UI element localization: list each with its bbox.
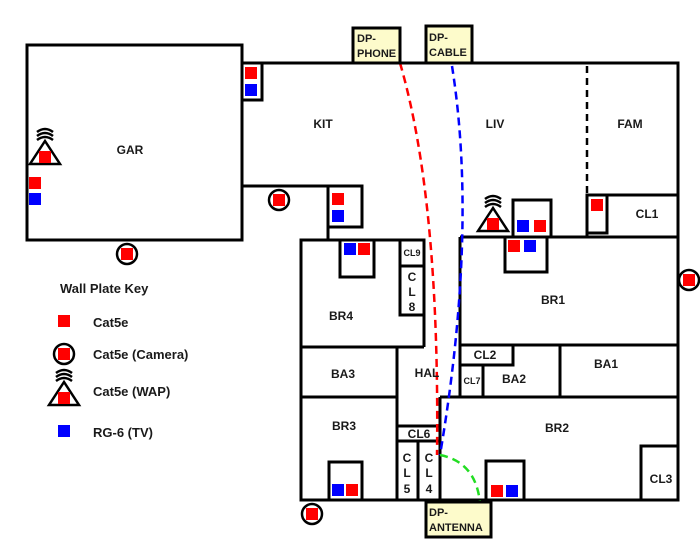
room-br2: BR2 <box>545 421 569 435</box>
wall-plate-key: Wall Plate Key Cat5e Cat5e (Camera) Cat5… <box>47 281 188 440</box>
wap-icon <box>47 368 81 407</box>
room-cl5-5: 5 <box>404 482 411 496</box>
room-br3: BR3 <box>332 419 356 433</box>
rg6-icon <box>332 210 344 222</box>
cat5e-icon <box>245 67 257 79</box>
room-ba3: BA3 <box>331 367 355 381</box>
rg6-icon <box>344 243 356 255</box>
room-cl4-4: 4 <box>426 482 433 496</box>
room-liv: LIV <box>486 117 505 131</box>
room-hal: HAL <box>415 366 440 380</box>
dp-cable: DP- CABLE <box>424 24 474 65</box>
wap-icon <box>28 127 62 166</box>
room-ba2: BA2 <box>502 372 526 386</box>
rg6-icon <box>332 484 344 496</box>
svg-text:ANTENNA: ANTENNA <box>429 522 483 534</box>
room-br4: BR4 <box>329 309 353 323</box>
room-cl5-l: L <box>403 466 410 480</box>
svg-text:DP-: DP- <box>357 33 376 45</box>
room-cl8-c: C <box>408 270 417 284</box>
cat5e-icon <box>534 220 546 232</box>
key-item-cat5e: Cat5e <box>93 315 128 330</box>
phone-run <box>398 62 439 456</box>
wap-icon <box>476 194 510 233</box>
key-title: Wall Plate Key <box>60 281 149 296</box>
key-item-wap: Cat5e (WAP) <box>93 384 170 399</box>
antenna-run <box>439 453 482 504</box>
room-fam: FAM <box>617 117 642 131</box>
camera-icon <box>267 188 291 212</box>
dp-phone: DP- PHONE <box>351 26 402 65</box>
room-cl1: CL1 <box>636 207 659 221</box>
camera-icon <box>677 268 700 292</box>
cat5e-icon <box>491 485 503 497</box>
room-cl4-l: L <box>425 466 432 480</box>
camera-icon <box>115 242 139 266</box>
room-cl7: CL7 <box>463 376 480 386</box>
room-cl6: CL6 <box>408 427 431 441</box>
rg6-icon <box>524 240 536 252</box>
key-item-camera: Cat5e (Camera) <box>93 347 188 362</box>
cat5e-icon <box>346 484 358 496</box>
cat5e-icon <box>58 315 70 327</box>
room-gar: GAR <box>117 143 144 157</box>
cat5e-icon <box>29 177 41 189</box>
rg6-icon <box>506 485 518 497</box>
room-cl9: CL9 <box>403 248 420 258</box>
room-cl4-c: C <box>425 451 434 465</box>
svg-text:CABLE: CABLE <box>429 47 467 59</box>
room-cl2: CL2 <box>474 348 497 362</box>
room-cl3: CL3 <box>650 472 673 486</box>
svg-text:DP-: DP- <box>429 32 448 44</box>
key-item-rg6: RG-6 (TV) <box>93 425 153 440</box>
cat5e-icon <box>591 199 603 211</box>
room-cl8-l: L <box>408 285 415 299</box>
floor-plan-svg: GAR KIT LIV FAM CL1 BR1 BR4 CL9 C L 8 BA… <box>25 24 700 539</box>
camera-icon <box>300 502 324 526</box>
room-kit: KIT <box>313 117 333 131</box>
floor-plan: GAR KIT LIV FAM CL1 BR1 BR4 CL9 C L 8 BA… <box>0 0 700 540</box>
room-cl5-c: C <box>403 451 412 465</box>
rg6-icon <box>29 193 41 205</box>
rg6-icon <box>245 84 257 96</box>
svg-text:DP-: DP- <box>429 507 448 519</box>
room-br1: BR1 <box>541 293 565 307</box>
dp-antenna: DP- ANTENNA <box>424 500 493 539</box>
rg6-icon <box>58 425 70 437</box>
room-ba1: BA1 <box>594 357 618 371</box>
camera-icon <box>52 342 76 366</box>
cat5e-icon <box>332 193 344 205</box>
cat5e-icon <box>508 240 520 252</box>
svg-text:PHONE: PHONE <box>357 48 396 60</box>
rg6-icon <box>517 220 529 232</box>
room-cl8-8: 8 <box>409 300 416 314</box>
cat5e-icon <box>358 243 370 255</box>
